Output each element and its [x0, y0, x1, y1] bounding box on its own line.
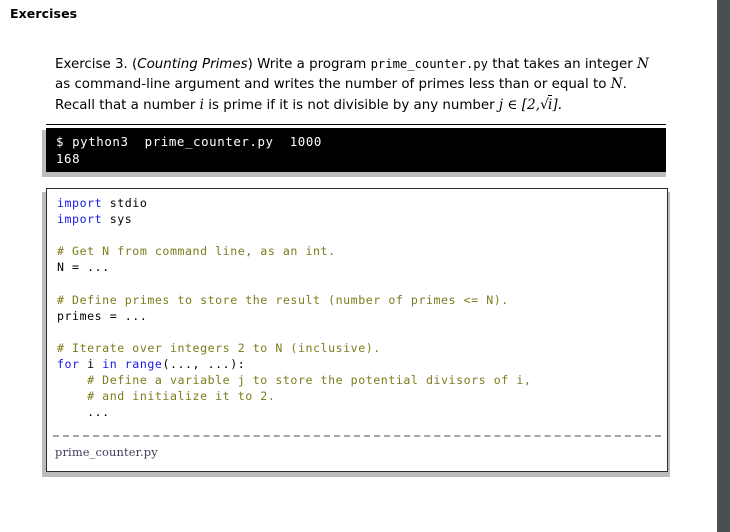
terminal-output-block: $ python3 prime_counter.py 1000 168: [46, 128, 666, 172]
terminal-command-line: $ python3 prime_counter.py 1000: [56, 134, 322, 149]
code-token: i: [79, 356, 103, 371]
code-token: range: [124, 356, 163, 371]
math-var-n-1: N: [637, 56, 649, 72]
code-line: # Define primes to store the result (num…: [57, 292, 531, 308]
code-line: # Define a variable j to store the poten…: [57, 372, 531, 388]
code-token: import: [57, 212, 103, 227]
math-sqrt-radicand: i: [547, 95, 553, 116]
exercise-title: Counting Primes: [137, 57, 248, 72]
math-var-n-2: N: [610, 75, 623, 92]
code-token: stdio: [102, 196, 148, 210]
code-token: ...: [57, 405, 110, 420]
exercise-text-5: is prime if it is not divisible by any n…: [208, 98, 495, 114]
code-line: # Iterate over integers 2 to N (inclusiv…: [57, 340, 531, 356]
page-right-edge-bar: [717, 0, 730, 532]
math-var-j: j: [498, 97, 504, 114]
code-token: # Define primes to store the result (num…: [57, 292, 509, 307]
page-title: Exercises: [10, 6, 78, 21]
code-line: N = ...: [57, 259, 531, 275]
terminal-result-line: 168: [56, 150, 81, 166]
code-filename-label: prime_counter.py: [55, 445, 158, 459]
code-token: primes = ...: [57, 308, 148, 323]
code-token: N = ...: [57, 260, 110, 275]
code-listing-block: import stdio import sys # Get N from comm…: [46, 188, 668, 472]
code-line: primes = ...: [57, 308, 531, 324]
code-token: import: [57, 196, 103, 210]
exercise-paragraph: Exercise 3. (Counting Primes) Write a pr…: [55, 55, 667, 116]
exercise-title-paren-close: ): [247, 57, 253, 72]
code-token: # Iterate over integers 2 to N (inclusiv…: [57, 340, 381, 355]
code-footer-divider: [53, 435, 661, 437]
math-element-of-symbol: ∈: [507, 97, 518, 114]
code-token: for: [57, 356, 80, 371]
exercise-text-3: as command-line argument and writes the …: [55, 76, 607, 92]
math-var-i: i: [199, 97, 205, 114]
code-token: sys: [102, 212, 133, 227]
math-sqrt: √i: [540, 94, 553, 116]
code-line: import sys: [57, 211, 531, 227]
math-interval-open: [2,: [521, 97, 541, 114]
math-interval-close: ].: [552, 97, 562, 114]
exercise-text-1: Write a program: [257, 57, 367, 72]
code-line: ...: [57, 404, 531, 420]
exercise-label: Exercise 3.: [55, 57, 128, 72]
code-line: # and initialize it to 2.: [57, 388, 531, 404]
code-line: import stdio: [57, 195, 531, 211]
console-top-rule: [46, 124, 666, 125]
exercise-text-2: that takes an integer: [492, 57, 633, 72]
inline-filename: prime_counter.py: [370, 57, 488, 71]
code-token: # and initialize it to 2.: [57, 389, 276, 404]
code-token: (..., ...):: [162, 356, 246, 371]
code-line: # Get N from command line, as an int.: [57, 243, 531, 259]
code-token: # Define a variable j to store the poten…: [57, 373, 532, 388]
code-listing-lines: import stdio import sys # Get N from comm…: [57, 195, 531, 420]
code-token: in: [102, 356, 118, 371]
code-token: # Get N from command line, as an int.: [57, 244, 336, 259]
code-line: for i in range(..., ...):: [57, 356, 531, 372]
